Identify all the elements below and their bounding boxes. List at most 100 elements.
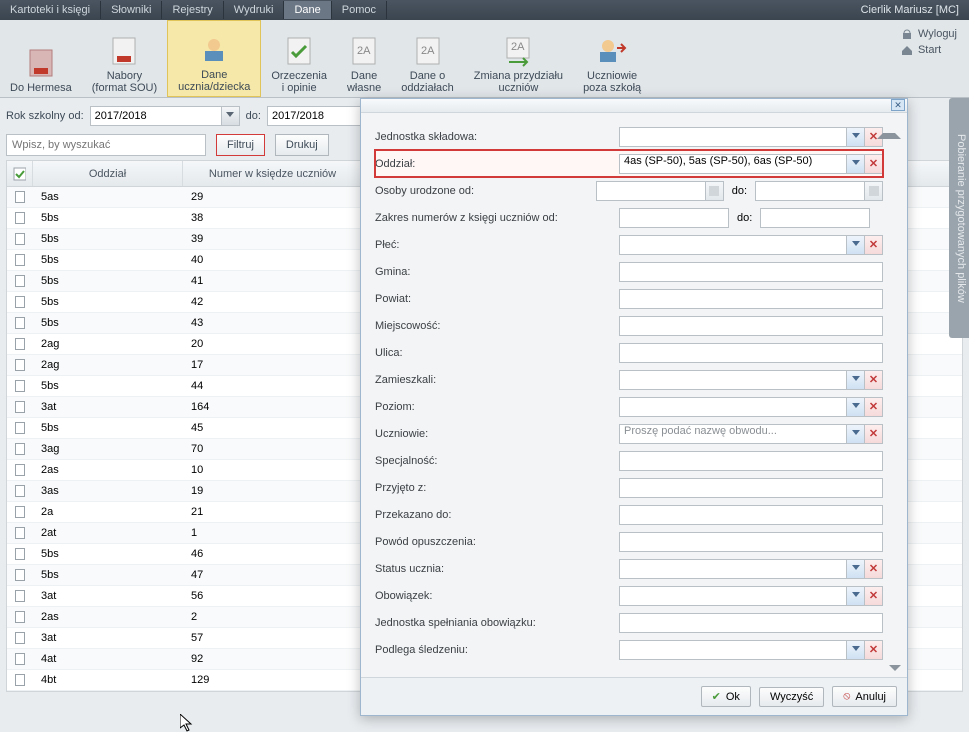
ok-button[interactable]: ✔Ok <box>701 686 751 707</box>
clear-filters-button[interactable]: Wyczyść <box>759 687 824 707</box>
col-numer[interactable]: Numer w księdze uczniów <box>183 161 363 186</box>
ribbon-nabory[interactable]: Nabory (format SOU) <box>82 20 167 97</box>
row-checkbox[interactable] <box>15 653 25 665</box>
row-checkbox[interactable] <box>15 401 25 413</box>
input-zamieszkali[interactable] <box>619 370 847 390</box>
input-przyjeto[interactable] <box>619 478 883 498</box>
calendar-icon[interactable] <box>865 181 883 201</box>
ribbon-label-sub: i opinie <box>282 82 317 94</box>
row-checkbox[interactable] <box>15 254 25 266</box>
tab-slowniki[interactable]: Słowniki <box>101 1 162 19</box>
search-input[interactable] <box>6 134 206 156</box>
own-data-icon: 2A <box>347 34 381 68</box>
start-link[interactable]: Start <box>901 42 957 58</box>
dropdown-button[interactable] <box>847 154 865 174</box>
input-oddzial[interactable]: 4as (SP-50), 5as (SP-50), 6as (SP-50) <box>619 154 847 174</box>
input-podlega[interactable] <box>619 640 847 660</box>
input-osoby-from[interactable] <box>596 181 706 201</box>
ribbon-dane-oddzialy[interactable]: 2A Dane o oddziałach <box>391 20 464 97</box>
row-checkbox[interactable] <box>15 296 25 308</box>
clear-button[interactable]: ✕ <box>865 397 883 417</box>
input-ulica[interactable] <box>619 343 883 363</box>
row-checkbox[interactable] <box>15 527 25 539</box>
ribbon-dane-wlasne[interactable]: 2A Dane własne <box>337 20 391 97</box>
ribbon-zmiana-przydzialu[interactable]: 2A Zmiana przydziału uczniów <box>464 20 573 97</box>
input-obowiazek[interactable] <box>619 586 847 606</box>
row-checkbox[interactable] <box>15 359 25 371</box>
row-checkbox[interactable] <box>15 422 25 434</box>
clear-button[interactable]: ✕ <box>865 559 883 579</box>
dialog-close-button[interactable]: ✕ <box>891 99 905 111</box>
dropdown-button[interactable] <box>847 586 865 606</box>
dropdown-button[interactable] <box>847 370 865 390</box>
row-checkbox[interactable] <box>15 590 25 602</box>
row-checkbox[interactable] <box>15 338 25 350</box>
row-checkbox[interactable] <box>15 233 25 245</box>
clear-button[interactable]: ✕ <box>865 424 883 444</box>
logout-link[interactable]: Wyloguj <box>901 26 957 42</box>
clear-button[interactable]: ✕ <box>865 154 883 174</box>
clear-button[interactable]: ✕ <box>865 370 883 390</box>
row-checkbox[interactable] <box>15 464 25 476</box>
select-all-checkbox[interactable] <box>7 161 33 186</box>
row-checkbox[interactable] <box>15 212 25 224</box>
dropdown-button[interactable] <box>847 127 865 147</box>
clear-button[interactable]: ✕ <box>865 235 883 255</box>
dialog-header: ✕ <box>361 99 907 113</box>
input-uczniowie[interactable]: Proszę podać nazwę obwodu... <box>619 424 847 444</box>
input-powod[interactable] <box>619 532 883 552</box>
tab-pomoc[interactable]: Pomoc <box>332 1 387 19</box>
input-zakres-from[interactable] <box>619 208 729 228</box>
input-przekazano[interactable] <box>619 505 883 525</box>
dropdown-button[interactable] <box>847 397 865 417</box>
ribbon-orzeczenia[interactable]: Orzeczenia i opinie <box>261 20 337 97</box>
row-checkbox[interactable] <box>15 674 25 686</box>
tab-kartoteki[interactable]: Kartoteki i księgi <box>0 1 101 19</box>
dropdown-button[interactable] <box>847 559 865 579</box>
calendar-icon[interactable] <box>706 181 724 201</box>
row-checkbox[interactable] <box>15 611 25 623</box>
dropdown-button[interactable] <box>847 235 865 255</box>
filter-button[interactable]: Filtruj <box>216 134 265 156</box>
clear-button[interactable]: ✕ <box>865 640 883 660</box>
row-checkbox[interactable] <box>15 548 25 560</box>
clear-button[interactable]: ✕ <box>865 586 883 606</box>
dropdown-button[interactable] <box>847 640 865 660</box>
input-zakres-to[interactable] <box>760 208 870 228</box>
input-poziom[interactable] <box>619 397 847 417</box>
year-from-input[interactable] <box>91 107 221 125</box>
row-checkbox[interactable] <box>15 380 25 392</box>
input-jednostka-sp[interactable] <box>619 613 883 633</box>
input-miejscowosc[interactable] <box>619 316 883 336</box>
chevron-down-icon[interactable] <box>221 107 239 125</box>
row-checkbox[interactable] <box>15 317 25 329</box>
input-plec[interactable] <box>619 235 847 255</box>
row-checkbox[interactable] <box>15 569 25 581</box>
row-checkbox[interactable] <box>15 485 25 497</box>
print-button[interactable]: Drukuj <box>275 134 329 156</box>
ribbon-do-hermesa[interactable]: Do Hermesa <box>0 20 82 97</box>
input-gmina[interactable] <box>619 262 883 282</box>
clear-button[interactable]: ✕ <box>865 127 883 147</box>
dropdown-button[interactable] <box>847 424 865 444</box>
tab-rejestry[interactable]: Rejestry <box>162 1 223 19</box>
input-powiat[interactable] <box>619 289 883 309</box>
input-status[interactable] <box>619 559 847 579</box>
input-osoby-to[interactable] <box>755 181 865 201</box>
cancel-button[interactable]: ⦸Anuluj <box>832 686 897 707</box>
row-checkbox[interactable] <box>15 443 25 455</box>
col-oddzial[interactable]: Oddział <box>33 161 183 186</box>
row-checkbox[interactable] <box>15 632 25 644</box>
row-checkbox[interactable] <box>15 506 25 518</box>
cell-numer: 19 <box>183 485 363 497</box>
year-from-combo[interactable] <box>90 106 240 126</box>
ribbon-uczniowie-poza[interactable]: Uczniowie poza szkołą <box>573 20 651 97</box>
tab-wydruki[interactable]: Wydruki <box>224 1 285 19</box>
input-jednostka[interactable] <box>619 127 847 147</box>
ribbon-dane-ucznia[interactable]: Dane ucznia/dziecka <box>167 20 261 97</box>
row-checkbox[interactable] <box>15 275 25 287</box>
input-specjalnosc[interactable] <box>619 451 883 471</box>
downloads-side-tab[interactable]: Pobieranie przygotowanych plików <box>949 98 969 338</box>
row-checkbox[interactable] <box>15 191 25 203</box>
tab-dane[interactable]: Dane <box>284 1 331 19</box>
